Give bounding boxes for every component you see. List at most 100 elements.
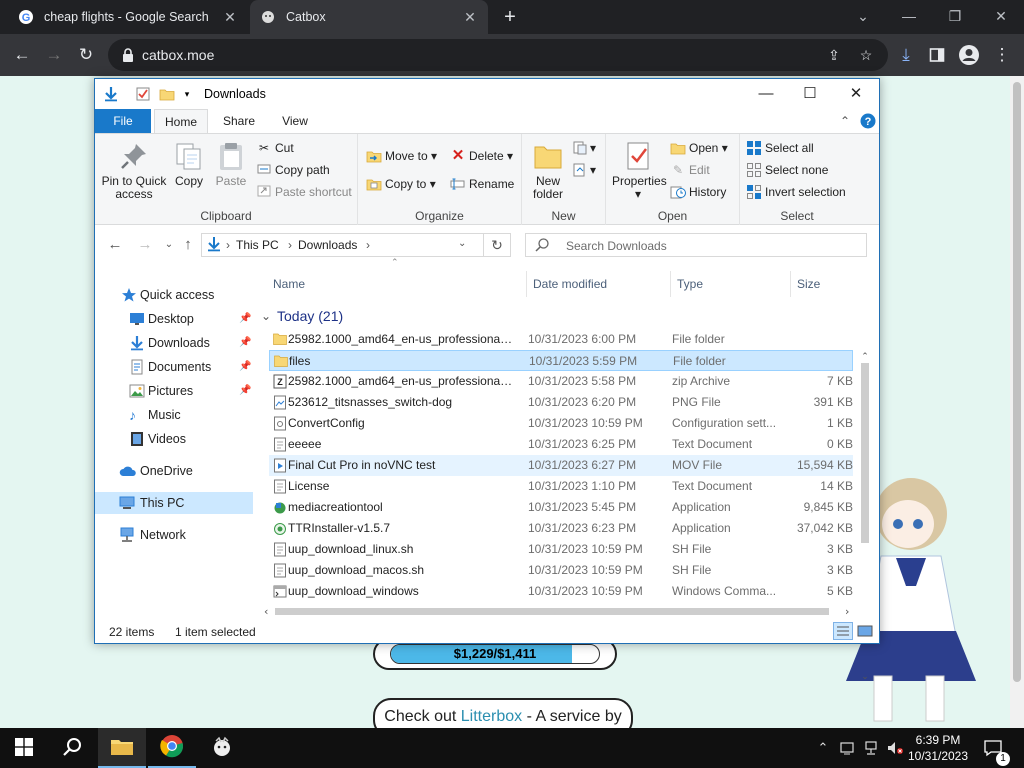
column-date-modified[interactable]: Date modified (527, 271, 671, 297)
new-tab-button[interactable]: + (498, 5, 522, 29)
nav-network[interactable]: Network (95, 524, 253, 546)
file-row[interactable]: License 10/31/2023 1:10 PM Text Document 14… (269, 476, 853, 497)
menu-kebab-icon[interactable]: ⋮ (989, 42, 1015, 68)
file-row[interactable]: 25982.1000_amd64_en-us_professional_7...… (269, 329, 853, 350)
details-view-icon[interactable] (833, 622, 853, 640)
system-clock[interactable]: 6:39 PM 10/31/2023 (906, 732, 970, 764)
download-icon[interactable]: ⤓ (893, 42, 919, 68)
share-icon[interactable]: ⇪ (824, 45, 844, 65)
tab-catbox[interactable]: Catbox ✕ (250, 0, 488, 34)
nav-videos[interactable]: Videos (95, 428, 253, 450)
file-row[interactable]: TTRInstaller-v1.5.7 10/31/2023 6:23 PM App… (269, 518, 853, 539)
copy-to-button[interactable]: Copy to ▾ (366, 174, 436, 194)
tab-home[interactable]: Home (154, 109, 208, 133)
maximize-icon[interactable]: ☐ (787, 79, 833, 109)
minimize-icon[interactable]: — (743, 79, 789, 109)
paste-button[interactable]: Paste (213, 140, 249, 188)
close-window-icon[interactable]: ✕ (978, 0, 1024, 34)
select-all-button[interactable]: Select all (746, 138, 814, 158)
file-row[interactable]: 523612_titsnasses_switch-dog 10/31/2023 6… (269, 392, 853, 413)
breadcrumb-separator[interactable]: › (226, 238, 230, 252)
open-button[interactable]: Open ▾ (670, 138, 728, 158)
breadcrumb-downloads[interactable]: Downloads (298, 238, 357, 252)
new-item-button[interactable]: ▾ (572, 138, 596, 158)
new-folder-button[interactable]: New folder (528, 140, 568, 201)
tab-file[interactable]: File (95, 109, 151, 133)
file-row[interactable]: uup_download_windows 10/31/2023 10:59 PM W… (269, 581, 853, 602)
profile-avatar-icon[interactable] (956, 42, 982, 68)
taskbar-chrome[interactable] (148, 728, 196, 768)
start-button[interactable] (0, 728, 48, 768)
edit-button[interactable]: ✎ Edit (670, 160, 710, 180)
quick-access-down-arrow-icon[interactable] (103, 86, 119, 102)
file-row[interactable]: uup_download_linux.sh 10/31/2023 10:59 PM… (269, 539, 853, 560)
show-hidden-icons-chevron-icon[interactable]: ⌃ (814, 738, 832, 758)
nav-documents[interactable]: Documents 📌 (95, 356, 253, 378)
column-size[interactable]: Size (791, 271, 861, 297)
delete-button[interactable]: ✕ Delete ▾ (450, 146, 513, 166)
tab-view[interactable]: View (271, 109, 319, 133)
minimize-icon[interactable]: — (886, 0, 932, 34)
tab-share[interactable]: Share (215, 109, 263, 133)
column-type[interactable]: Type (671, 271, 791, 297)
file-row[interactable]: uup_download_macos.sh 10/31/2023 10:59 PM… (269, 560, 853, 581)
paste-shortcut-button[interactable]: Paste shortcut (256, 182, 352, 202)
file-row[interactable]: files 10/31/2023 5:59 PM File folder (269, 350, 853, 371)
tab-search-icon[interactable]: ⌄ (840, 0, 886, 34)
forward-icon[interactable]: → (135, 235, 155, 255)
taskbar-file-explorer[interactable] (98, 728, 146, 768)
tab-google-search[interactable]: G cheap flights - Google Search ✕ (8, 0, 248, 34)
file-row[interactable]: Final Cut Pro in noVNC test 10/31/2023 6:… (269, 455, 853, 476)
taskbar-app[interactable] (198, 728, 246, 768)
breadcrumb-address-bar[interactable]: › This PC › Downloads › ⌄ (201, 233, 511, 257)
breadcrumb-separator[interactable]: › (288, 238, 292, 252)
help-icon[interactable]: ? (859, 109, 877, 133)
page-scrollbar-thumb[interactable] (1013, 82, 1021, 682)
file-row[interactable]: ConvertConfig 10/31/2023 10:59 PM Configur… (269, 413, 853, 434)
side-panel-icon[interactable] (924, 42, 950, 68)
nav-desktop[interactable]: Desktop 📌 (95, 308, 253, 330)
network-tray-icon[interactable] (838, 738, 856, 758)
address-bar[interactable]: catbox.moe ⇪ ☆ (108, 39, 888, 71)
back-icon[interactable]: ← (9, 42, 35, 68)
forward-icon[interactable]: → (41, 42, 67, 68)
close-icon[interactable]: ✕ (833, 79, 879, 109)
file-row[interactable]: mediacreationtool 10/31/2023 5:45 PM Appli… (269, 497, 853, 518)
column-name[interactable]: Name (267, 271, 527, 297)
address-history-chevron-icon[interactable]: ⌄ (458, 238, 466, 249)
nav-music[interactable]: ♪ Music (95, 404, 253, 426)
nav-onedrive[interactable]: OneDrive (95, 460, 253, 482)
breadcrumb-separator[interactable]: › (366, 238, 370, 252)
ethernet-tray-icon[interactable] (862, 738, 880, 758)
nav-quick-access[interactable]: Quick access (95, 284, 253, 306)
collapse-ribbon-icon[interactable]: ⌃ (837, 109, 853, 133)
search-box[interactable]: Search Downloads (525, 233, 867, 257)
cut-button[interactable]: ✂ Cut (256, 138, 294, 158)
reload-icon[interactable]: ↻ (73, 42, 99, 68)
file-list-horizontal-scrollbar[interactable]: ‹ › (261, 603, 857, 619)
select-none-button[interactable]: Select none (746, 160, 828, 180)
taskbar-search-button[interactable] (48, 728, 96, 768)
recent-locations-chevron-icon[interactable]: ⌄ (159, 235, 179, 255)
properties-check-icon[interactable] (135, 86, 151, 102)
close-tab-icon[interactable]: ✕ (462, 9, 478, 26)
nav-downloads[interactable]: Downloads 📌 (95, 332, 253, 354)
properties-button[interactable]: Properties ▾ (612, 140, 667, 201)
new-folder-quick-icon[interactable] (159, 86, 175, 102)
refresh-button[interactable]: ↻ (483, 233, 511, 257)
bookmark-star-icon[interactable]: ☆ (856, 45, 876, 65)
nav-pictures[interactable]: Pictures 📌 (95, 380, 253, 402)
rename-button[interactable]: Rename (450, 174, 514, 194)
breadcrumb-this-pc[interactable]: This PC (236, 238, 279, 252)
move-to-button[interactable]: Move to ▾ (366, 146, 437, 166)
group-header-today[interactable]: ⌄ Today (21) (261, 305, 343, 327)
restore-icon[interactable]: ❐ (932, 0, 978, 34)
page-scrollbar[interactable] (1010, 76, 1024, 728)
pin-quick-access-button[interactable]: Pin to Quick access (101, 140, 167, 201)
large-icons-view-icon[interactable] (856, 623, 874, 639)
copy-button[interactable]: Copy (173, 140, 205, 188)
close-tab-icon[interactable]: ✕ (222, 9, 238, 26)
file-row[interactable]: eeeee 10/31/2023 6:25 PM Text Document 0 KB (269, 434, 853, 455)
file-row[interactable]: Z 25982.1000_amd64_en-us_professional_7..… (269, 371, 853, 392)
back-icon[interactable]: ← (105, 235, 125, 255)
